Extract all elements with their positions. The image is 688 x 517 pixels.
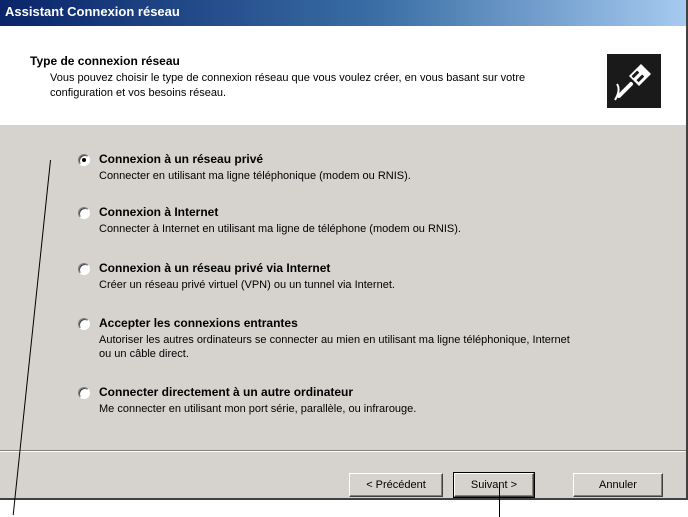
radio-internet[interactable]: [78, 207, 90, 219]
title-bar[interactable]: Assistant Connexion réseau: [0, 0, 686, 26]
option-description: Connecter en utilisant ma ligne téléphon…: [99, 170, 411, 182]
window-title: Assistant Connexion réseau: [5, 4, 180, 19]
option-description: Me connecter en utilisant mon port série…: [99, 403, 417, 415]
network-cable-icon: [607, 54, 661, 108]
radio-vpn[interactable]: [78, 263, 90, 275]
wizard-window: Assistant Connexion réseau Type de conne…: [0, 0, 688, 500]
radio-incoming[interactable]: [78, 318, 90, 330]
option-description: Connecter à Internet en utilisant ma lig…: [99, 223, 461, 235]
option-description: Autoriser les autres ordinateurs se conn…: [99, 334, 570, 360]
option-label: Connexion à un réseau privé via Internet: [99, 261, 331, 275]
cancel-button[interactable]: Annuler: [573, 473, 663, 497]
callout-line-next: [499, 484, 500, 517]
radio-direct-connect[interactable]: [78, 387, 90, 399]
next-button[interactable]: Suivant >: [453, 472, 535, 498]
header-description: Vous pouvez choisir le type de connexion…: [50, 72, 526, 99]
radio-private-network[interactable]: [78, 154, 90, 166]
button-separator: [0, 450, 686, 452]
option-label: Accepter les connexions entrantes: [99, 316, 298, 330]
option-label: Connexion à Internet: [99, 205, 219, 219]
header-separator: [0, 124, 686, 125]
header-title: Type de connexion réseau: [30, 54, 180, 68]
wizard-header: Type de connexion réseau Vous pouvez cho…: [0, 26, 686, 125]
option-label: Connexion à un réseau privé: [99, 152, 264, 166]
back-button[interactable]: < Précédent: [349, 473, 443, 497]
option-description: Créer un réseau privé virtuel (VPN) ou u…: [99, 279, 395, 291]
option-label: Connecter directement à un autre ordinat…: [99, 385, 354, 399]
